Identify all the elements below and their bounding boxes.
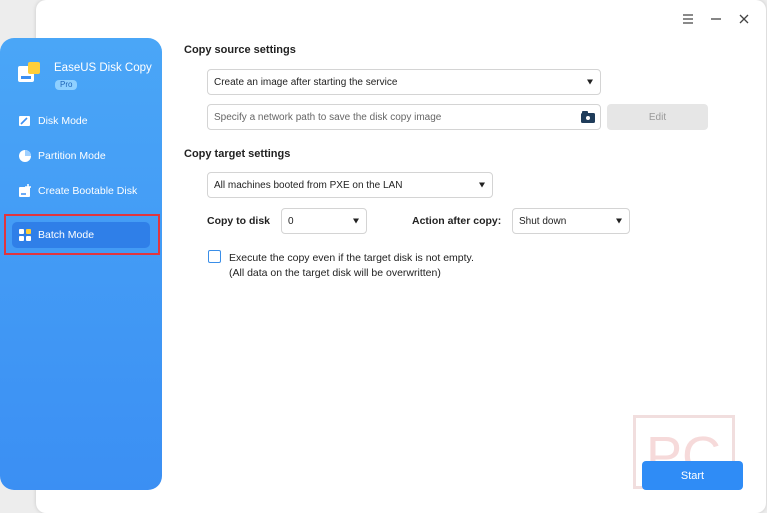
source-mode-value: Create an image after starting the servi…	[214, 76, 398, 88]
grid-icon	[18, 228, 32, 242]
sidebar-item-batch-mode[interactable]: Batch Mode	[12, 222, 150, 248]
sidebar-item-disk-mode[interactable]: Disk Mode	[12, 108, 150, 134]
copy-to-disk-value: 0	[288, 215, 294, 227]
app-logo-icon	[16, 60, 42, 86]
sidebar-item-partition-mode[interactable]: Partition Mode	[12, 143, 150, 169]
bootable-disk-icon	[18, 184, 32, 198]
sidebar-item-label: Create Bootable Disk	[38, 185, 138, 197]
action-after-copy-label: Action after copy:	[412, 215, 502, 227]
chevron-down-icon	[353, 218, 359, 224]
close-icon[interactable]	[737, 12, 751, 26]
start-button[interactable]: Start	[642, 461, 743, 490]
sidebar-item-label: Disk Mode	[38, 115, 88, 127]
force-copy-checkbox[interactable]	[208, 250, 221, 263]
force-copy-label: Execute the copy even if the target disk…	[229, 251, 474, 281]
force-copy-text-line1: Execute the copy even if the target disk…	[229, 252, 474, 264]
edition-badge: Pro	[55, 80, 78, 90]
folder-icon[interactable]	[581, 111, 595, 123]
network-path-placeholder: Specify a network path to save the disk …	[214, 111, 442, 123]
target-machines-value: All machines booted from PXE on the LAN	[214, 179, 403, 191]
sidebar-item-create-bootable-disk[interactable]: Create Bootable Disk	[12, 178, 150, 204]
action-after-copy-value: Shut down	[519, 215, 567, 227]
copy-source-title: Copy source settings	[184, 44, 296, 56]
network-path-input[interactable]: Specify a network path to save the disk …	[207, 104, 601, 130]
brand	[16, 60, 42, 86]
edit-button[interactable]: Edit	[607, 104, 708, 130]
pie-chart-icon	[18, 149, 32, 163]
chevron-down-icon	[479, 182, 485, 188]
sidebar-item-label: Partition Mode	[38, 150, 106, 162]
disk-icon	[18, 114, 32, 128]
sidebar: EaseUS Disk Copy Pro Disk Mode Partition…	[0, 38, 162, 490]
hamburger-icon[interactable]	[681, 12, 695, 26]
app-name: EaseUS Disk Copy	[54, 62, 152, 74]
sidebar-item-label: Batch Mode	[38, 229, 95, 241]
copy-to-disk-label: Copy to disk	[207, 215, 271, 227]
source-mode-select[interactable]: Create an image after starting the servi…	[207, 69, 601, 95]
target-machines-select[interactable]: All machines booted from PXE on the LAN	[207, 172, 493, 198]
action-after-copy-select[interactable]: Shut down	[512, 208, 630, 234]
copy-target-title: Copy target settings	[184, 148, 291, 160]
minimize-icon[interactable]	[709, 12, 723, 26]
chevron-down-icon	[587, 79, 593, 85]
chevron-down-icon	[616, 218, 622, 224]
copy-to-disk-select[interactable]: 0	[281, 208, 367, 234]
force-copy-text-line2: (All data on the target disk will be ove…	[229, 267, 441, 279]
